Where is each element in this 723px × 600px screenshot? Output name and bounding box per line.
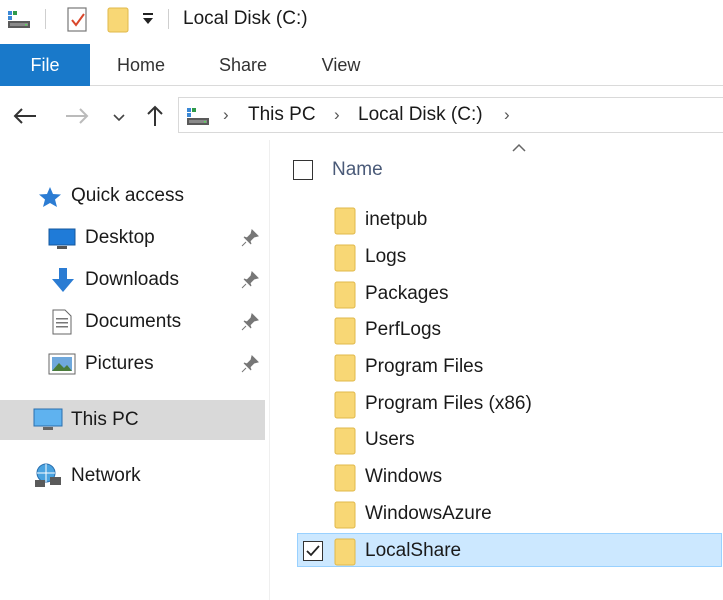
file-name: Windows xyxy=(365,466,443,487)
new-folder-icon[interactable] xyxy=(105,6,131,39)
pin-icon[interactable] xyxy=(240,354,260,380)
chevron-right-icon[interactable]: › xyxy=(223,105,229,125)
file-name: Program Files (x86) xyxy=(365,393,532,414)
recent-locations-button[interactable] xyxy=(108,96,130,136)
column-header-name[interactable]: Name xyxy=(332,159,383,181)
breadcrumb-local-disk[interactable]: Local Disk (C:) xyxy=(358,104,483,126)
list-item-selected[interactable]: LocalShare xyxy=(297,533,722,567)
chevron-right-icon[interactable]: › xyxy=(504,105,510,125)
folder-icon xyxy=(333,464,357,498)
forward-button[interactable] xyxy=(62,96,92,136)
folder-icon xyxy=(333,538,357,572)
chevron-down-icon xyxy=(113,114,125,122)
star-icon xyxy=(38,186,62,214)
pin-icon[interactable] xyxy=(240,312,260,338)
arrow-up-icon xyxy=(147,105,163,126)
address-bar[interactable]: › This PC › Local Disk (C:) › xyxy=(178,97,723,133)
customize-toolbar-icon[interactable] xyxy=(140,10,156,33)
nav-label: Downloads xyxy=(85,269,179,290)
arrow-right-icon xyxy=(66,108,89,124)
drive-icon xyxy=(185,103,211,134)
documents-icon xyxy=(50,308,74,342)
list-item[interactable]: Users xyxy=(298,423,723,457)
properties-icon[interactable] xyxy=(65,6,91,39)
nav-item-pictures[interactable]: Pictures xyxy=(0,344,265,384)
nav-label: This PC xyxy=(71,409,139,430)
list-item[interactable]: Windows xyxy=(298,460,723,494)
file-name: PerfLogs xyxy=(365,319,442,340)
file-name: Packages xyxy=(365,283,449,304)
tab-view[interactable]: View xyxy=(303,44,379,86)
computer-icon xyxy=(33,408,63,438)
file-name: LocalShare xyxy=(365,540,462,561)
pictures-icon xyxy=(48,352,76,382)
title-bar: Local Disk (C:) xyxy=(0,0,723,40)
address-row: › This PC › Local Disk (C:) › xyxy=(0,96,723,136)
folder-icon xyxy=(333,281,357,315)
nav-network[interactable]: Network xyxy=(0,456,265,496)
folder-icon xyxy=(333,244,357,278)
list-item[interactable]: Program Files (x86) xyxy=(298,387,723,421)
nav-item-documents[interactable]: Documents xyxy=(0,302,265,342)
network-icon xyxy=(33,462,63,496)
tab-file[interactable]: File xyxy=(0,44,90,86)
nav-this-pc[interactable]: This PC xyxy=(0,400,265,440)
file-name: Users xyxy=(365,429,415,450)
folder-icon xyxy=(333,501,357,535)
nav-label: Network xyxy=(71,465,141,486)
downloads-icon xyxy=(50,266,76,300)
nav-quick-access[interactable]: Quick access xyxy=(0,176,265,216)
nav-item-downloads[interactable]: Downloads xyxy=(0,260,265,300)
navigation-pane: Quick access Desktop Downloads Documents… xyxy=(0,140,270,600)
list-item[interactable]: Logs xyxy=(298,240,723,274)
folder-icon xyxy=(333,427,357,461)
window-title: Local Disk (C:) xyxy=(183,8,308,29)
back-button[interactable] xyxy=(10,96,40,136)
select-all-checkbox[interactable] xyxy=(293,160,313,180)
arrow-left-icon xyxy=(13,108,36,124)
separator xyxy=(168,9,169,29)
list-item[interactable]: PerfLogs xyxy=(298,313,723,347)
nav-label: Documents xyxy=(85,311,182,332)
chevron-right-icon[interactable]: › xyxy=(334,105,340,125)
file-name: WindowsAzure xyxy=(365,503,492,524)
desktop-icon xyxy=(48,228,76,256)
list-item[interactable]: inetpub xyxy=(298,203,723,237)
file-list: Name inetpub Logs Packages PerfLogs Prog… xyxy=(290,140,723,600)
folder-icon xyxy=(333,391,357,425)
separator xyxy=(45,9,46,29)
sort-ascending-icon xyxy=(511,140,527,158)
list-item[interactable]: WindowsAzure xyxy=(298,497,723,531)
item-checkbox[interactable] xyxy=(303,541,323,561)
tab-home[interactable]: Home xyxy=(100,44,182,86)
drive-icon[interactable] xyxy=(6,6,32,37)
folder-icon xyxy=(333,354,357,388)
nav-label: Pictures xyxy=(85,353,154,374)
pin-icon[interactable] xyxy=(240,270,260,296)
list-item[interactable]: Packages xyxy=(298,277,723,311)
list-item[interactable]: Program Files xyxy=(298,350,723,384)
file-name: Program Files xyxy=(365,356,484,377)
nav-item-desktop[interactable]: Desktop xyxy=(0,218,265,258)
folder-icon xyxy=(333,317,357,351)
tab-share[interactable]: Share xyxy=(203,44,283,86)
pin-icon[interactable] xyxy=(240,228,260,254)
nav-label: Desktop xyxy=(85,227,155,248)
breadcrumb-this-pc[interactable]: This PC xyxy=(248,104,316,126)
ribbon: File Home Share View xyxy=(0,44,723,86)
file-name: Logs xyxy=(365,246,407,267)
file-name: inetpub xyxy=(365,209,428,230)
nav-label: Quick access xyxy=(71,185,184,206)
folder-icon xyxy=(333,207,357,241)
up-button[interactable] xyxy=(140,96,170,136)
checkmark-icon xyxy=(306,545,320,557)
